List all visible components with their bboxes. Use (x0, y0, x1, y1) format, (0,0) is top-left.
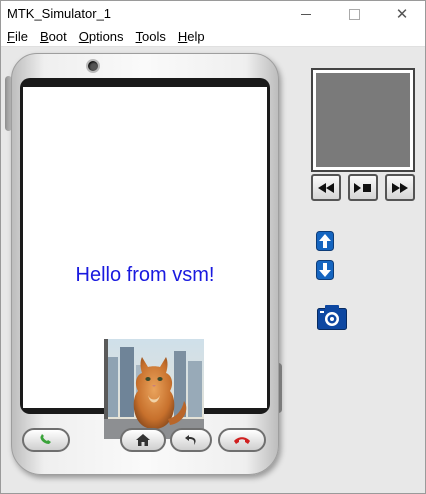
window-title: MTK_Simulator_1 (7, 6, 112, 21)
home-button[interactable] (120, 428, 166, 452)
play-pause-icon (354, 182, 371, 193)
menu-help-accel: H (177, 29, 188, 44)
end-call-button[interactable] (218, 428, 266, 452)
camera-preview (311, 68, 415, 172)
scroll-down-button[interactable] (316, 260, 334, 280)
cat-photo (104, 339, 204, 439)
scroll-up-button[interactable] (316, 231, 334, 251)
menu-tools[interactable]: Tools (130, 27, 172, 46)
back-icon (185, 435, 196, 445)
menu-boot-label: oot (48, 29, 67, 44)
menu-tools-label: ools (142, 29, 166, 44)
call-icon (40, 434, 51, 444)
home-icon (136, 434, 150, 446)
maximize-button[interactable] (331, 1, 377, 27)
arrow-down-icon (316, 260, 334, 280)
cat-photo-image (104, 339, 204, 439)
menu-options[interactable]: Options (73, 27, 130, 46)
camera-preview-view (316, 73, 410, 167)
camera-button[interactable] (317, 304, 347, 330)
minimize-icon (301, 13, 311, 15)
menu-options-label: ptions (88, 29, 124, 44)
phone-screen[interactable]: Hello from vsm! (23, 87, 267, 439)
menu-help[interactable]: Help (172, 27, 211, 46)
menu-file[interactable]: File (1, 27, 34, 46)
back-button[interactable] (170, 428, 212, 452)
rewind-button[interactable] (311, 174, 341, 201)
end-call-icon (234, 437, 250, 444)
camera-icon (317, 305, 347, 330)
fast-forward-button[interactable] (385, 174, 415, 201)
fast-forward-icon (392, 182, 408, 193)
phone-body: Hello from vsm! (11, 53, 279, 475)
call-button[interactable] (22, 428, 70, 452)
menu-options-accel: O (78, 29, 89, 44)
menu-bar: File Boot Options Tools Help (1, 27, 425, 47)
rewind-icon (318, 182, 334, 193)
simulator-window: MTK_Simulator_1 ✕ File Boot Options Tool… (0, 0, 426, 494)
maximize-icon (348, 8, 360, 20)
menu-boot[interactable]: Boot (34, 27, 73, 46)
earpiece-speaker (86, 59, 100, 73)
minimize-button[interactable] (283, 1, 329, 27)
close-icon: ✕ (395, 5, 409, 23)
menu-help-label: elp (187, 29, 205, 44)
menu-boot-accel: B (39, 29, 49, 44)
menu-file-label: ile (14, 29, 28, 44)
screen-message: Hello from vsm! (75, 264, 215, 286)
title-bar: MTK_Simulator_1 ✕ (1, 1, 425, 27)
arrow-up-icon (316, 231, 334, 251)
close-button[interactable]: ✕ (379, 1, 425, 27)
play-pause-button[interactable] (348, 174, 378, 201)
menu-file-accel: F (7, 29, 15, 44)
